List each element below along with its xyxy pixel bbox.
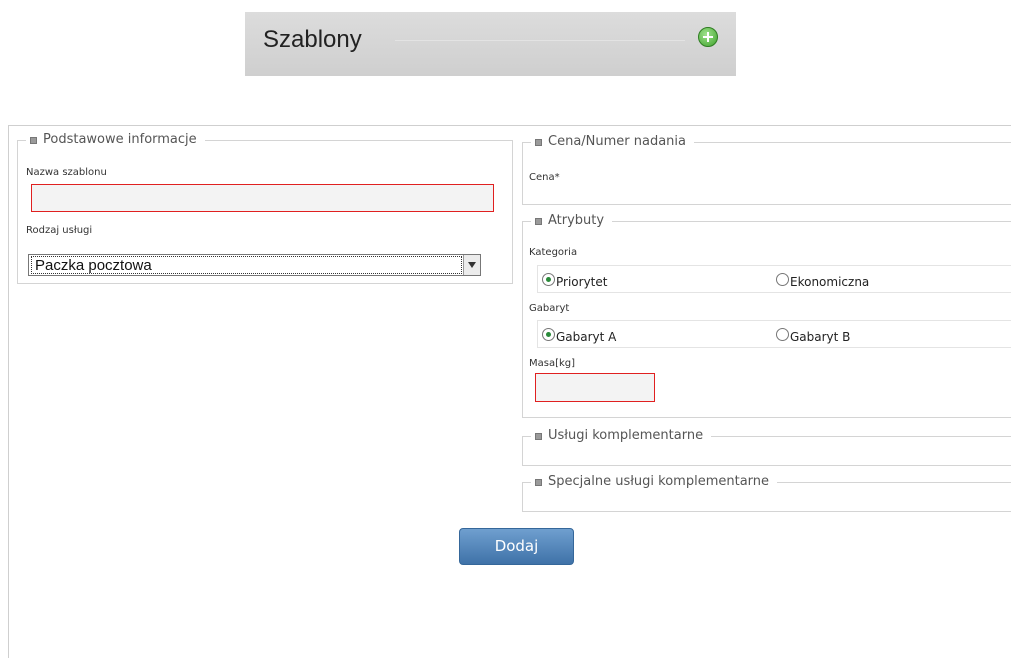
service-type-label: Rodzaj usługi <box>26 225 93 236</box>
add-button[interactable]: Dodaj <box>459 528 574 565</box>
price-fieldset: Cena/Numer nadania Cena* <box>522 134 1011 205</box>
header-divider <box>395 40 685 41</box>
category-radio-group: Priorytet Ekonomiczna <box>537 265 1011 293</box>
price-legend: Cena/Numer nadania <box>531 134 695 150</box>
service-type-selected-value: Paczka pocztowa <box>31 256 462 274</box>
category-label: Kategoria <box>529 247 578 258</box>
basic-info-legend: Podstawowe informacje <box>26 132 205 148</box>
template-name-input[interactable] <box>31 184 494 212</box>
size-b-radio[interactable] <box>776 328 789 341</box>
mass-input[interactable] <box>535 373 655 402</box>
mass-label: Masa[kg] <box>529 358 576 369</box>
page-header: Szablony <box>245 12 736 76</box>
collapse-toggle-icon[interactable] <box>535 138 542 146</box>
size-label: Gabaryt <box>529 303 570 314</box>
attributes-legend: Atrybuty <box>531 213 613 229</box>
size-b-label: Gabaryt B <box>790 330 851 344</box>
category-priority-label: Priorytet <box>556 275 608 289</box>
size-a-label: Gabaryt A <box>556 330 617 344</box>
page-title: Szablony <box>263 26 362 53</box>
add-template-button[interactable] <box>698 27 718 47</box>
special-complementary-services-legend: Specjalne usługi komplementarne <box>531 474 778 490</box>
complementary-services-fieldset: Usługi komplementarne <box>522 428 1011 466</box>
basic-info-fieldset: Podstawowe informacje Nazwa szablonu Rod… <box>17 132 513 284</box>
size-radio-group: Gabaryt A Gabaryt B <box>537 320 1011 348</box>
size-a-radio[interactable] <box>542 328 555 341</box>
expand-toggle-icon[interactable] <box>535 432 542 440</box>
service-type-select[interactable]: Paczka pocztowa <box>28 254 481 276</box>
collapse-toggle-icon[interactable] <box>535 217 542 225</box>
collapse-toggle-icon[interactable] <box>30 136 37 144</box>
price-label: Cena* <box>529 172 560 183</box>
special-complementary-services-fieldset: Specjalne usługi komplementarne <box>522 474 1011 512</box>
expand-toggle-icon[interactable] <box>535 478 542 486</box>
attributes-fieldset: Atrybuty Kategoria Priorytet Ekonomiczna… <box>522 213 1011 418</box>
complementary-services-legend: Usługi komplementarne <box>531 428 712 444</box>
category-economy-radio[interactable] <box>776 273 789 286</box>
category-economy-label: Ekonomiczna <box>790 275 870 289</box>
chevron-down-icon[interactable] <box>463 255 480 275</box>
category-priority-radio[interactable] <box>542 273 555 286</box>
template-name-label: Nazwa szablonu <box>26 167 107 178</box>
